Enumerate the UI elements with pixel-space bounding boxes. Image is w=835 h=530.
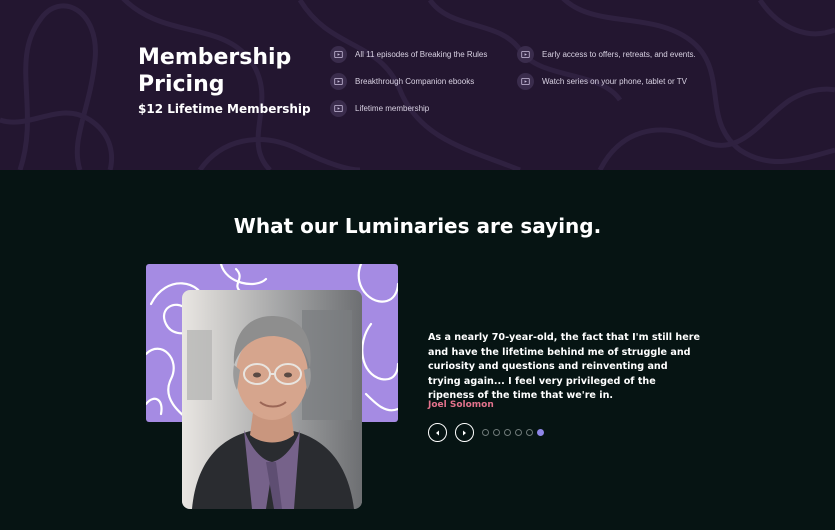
testimonial-author: Joel Solomon [428, 400, 494, 410]
carousel-dot[interactable] [526, 429, 533, 436]
previous-slide-button[interactable] [428, 423, 447, 442]
play-folder-icon [517, 46, 534, 63]
carousel-dot-active[interactable] [537, 429, 544, 436]
feature-label: Breakthrough Companion ebooks [355, 77, 475, 86]
next-slide-button[interactable] [455, 423, 474, 442]
play-folder-icon [330, 100, 347, 117]
feature-item: Watch series on your phone, tablet or TV [517, 73, 687, 90]
feature-item: Early access to offers, retreats, and ev… [517, 46, 696, 63]
play-folder-icon [330, 46, 347, 63]
pricing-section: Membership Pricing $12 Lifetime Membersh… [0, 0, 835, 170]
pricing-title: Membership Pricing [138, 45, 292, 97]
chevron-left-icon [436, 430, 439, 435]
chevron-right-icon [463, 430, 466, 435]
carousel-dot[interactable] [482, 429, 489, 436]
feature-item: Lifetime membership [330, 100, 429, 117]
feature-label: Watch series on your phone, tablet or TV [542, 77, 687, 86]
testimonials-heading: What our Luminaries are saying. [233, 214, 602, 238]
feature-item: All 11 episodes of Breaking the Rules [330, 46, 487, 63]
carousel-dot[interactable] [493, 429, 500, 436]
feature-label: Early access to offers, retreats, and ev… [542, 50, 696, 59]
pricing-subtitle: $12 Lifetime Membership [138, 102, 311, 116]
carousel-dot[interactable] [515, 429, 522, 436]
play-folder-icon [517, 73, 534, 90]
testimonial-photo [182, 290, 362, 509]
feature-label: All 11 episodes of Breaking the Rules [355, 50, 488, 59]
carousel-dot[interactable] [504, 429, 511, 436]
play-folder-icon [330, 73, 347, 90]
portrait-image [182, 290, 362, 509]
feature-label: Lifetime membership [355, 104, 430, 113]
carousel-pagination [482, 429, 544, 436]
feature-item: Breakthrough Companion ebooks [330, 73, 474, 90]
section-bottom-edge [0, 524, 835, 530]
testimonial-quote: As a nearly 70-year-old, the fact that I… [428, 332, 700, 402]
